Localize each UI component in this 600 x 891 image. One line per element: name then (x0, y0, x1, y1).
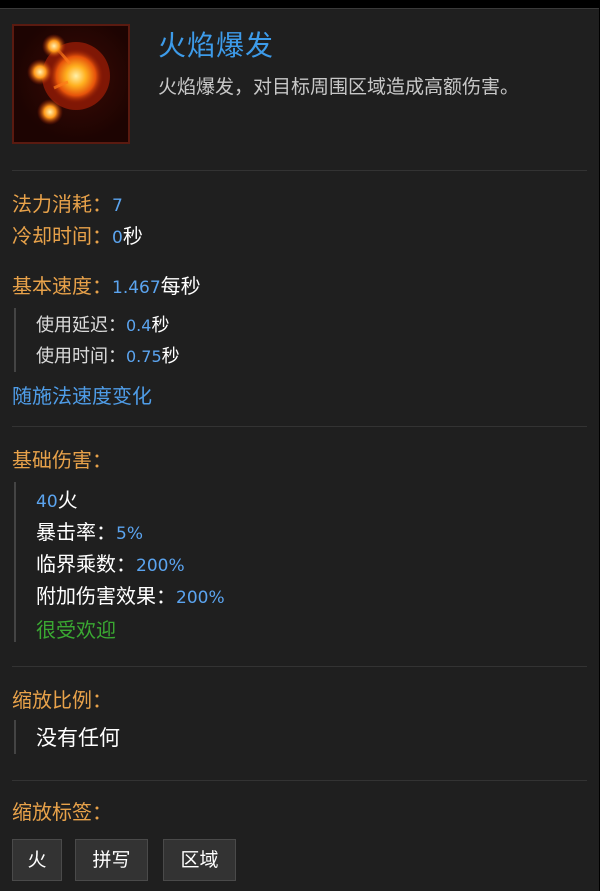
skill-description: 火焰爆发，对目标周围区域造成高额伤害。 (158, 76, 520, 98)
divider (12, 426, 587, 427)
skill-name: 火焰爆发 (158, 29, 275, 62)
tag-fire: 火 (12, 839, 62, 881)
mana-cost-label: 法力消耗： (12, 192, 112, 216)
tag-area: 区域 (163, 839, 236, 881)
fireball-icon (27, 34, 110, 125)
use-time-row: 使用时间：0.75秒 (36, 342, 180, 368)
indent-line (14, 720, 16, 754)
tag-spell: 拼写 (75, 839, 148, 881)
crit-rate-value: 5% (116, 524, 143, 544)
scaling-value: 没有任何 (36, 726, 120, 750)
divider (12, 780, 587, 781)
use-time-unit: 秒 (161, 346, 180, 367)
crit-rate-label: 暴击率： (36, 520, 116, 544)
base-damage-value: 40 (36, 492, 58, 512)
use-delay-label: 使用延迟： (36, 315, 126, 336)
cooldown-label: 冷却时间： (12, 224, 112, 248)
crit-multiplier-row: 临界乘数：200% (36, 548, 185, 577)
crit-multiplier-value: 200% (136, 556, 185, 576)
crit-multiplier-label: 临界乘数： (36, 552, 136, 576)
scaling-header: 缩放比例： (12, 688, 112, 712)
base-damage-row: 40火 (36, 484, 78, 513)
indent-line (14, 308, 16, 372)
base-speed-row: 基本速度：1.467每秒 (12, 270, 201, 299)
tags-header: 缩放标签： (12, 800, 112, 824)
divider (12, 666, 587, 667)
mana-cost-value: 7 (112, 196, 123, 216)
base-speed-value: 1.467 (112, 278, 161, 298)
cooldown-row: 冷却时间：0秒 (12, 220, 143, 249)
damage-effect-row: 附加伤害效果：200% (36, 580, 225, 609)
base-speed-label: 基本速度： (12, 274, 112, 298)
use-time-label: 使用时间： (36, 346, 126, 367)
damage-effect-label: 附加伤害效果： (36, 584, 176, 608)
use-time-value: 0.75 (126, 347, 162, 366)
use-delay-unit: 秒 (151, 315, 170, 336)
base-damage-header: 基础伤害： (12, 448, 112, 472)
base-damage-type: 火 (57, 488, 78, 512)
divider (12, 170, 587, 171)
cooldown-unit: 秒 (122, 224, 143, 248)
mana-cost-row: 法力消耗：7 (12, 188, 123, 217)
use-delay-row: 使用延迟：0.4秒 (36, 311, 169, 337)
base-speed-unit: 每秒 (160, 274, 201, 298)
damage-effect-value: 200% (176, 588, 225, 608)
popular-note: 很受欢迎 (36, 618, 116, 642)
crit-rate-row: 暴击率：5% (36, 516, 143, 545)
indent-line (14, 482, 16, 642)
skill-icon-frame (12, 24, 130, 144)
use-delay-value: 0.4 (126, 316, 152, 335)
cast-speed-note: 随施法速度变化 (12, 384, 152, 408)
cooldown-value: 0 (112, 228, 123, 248)
